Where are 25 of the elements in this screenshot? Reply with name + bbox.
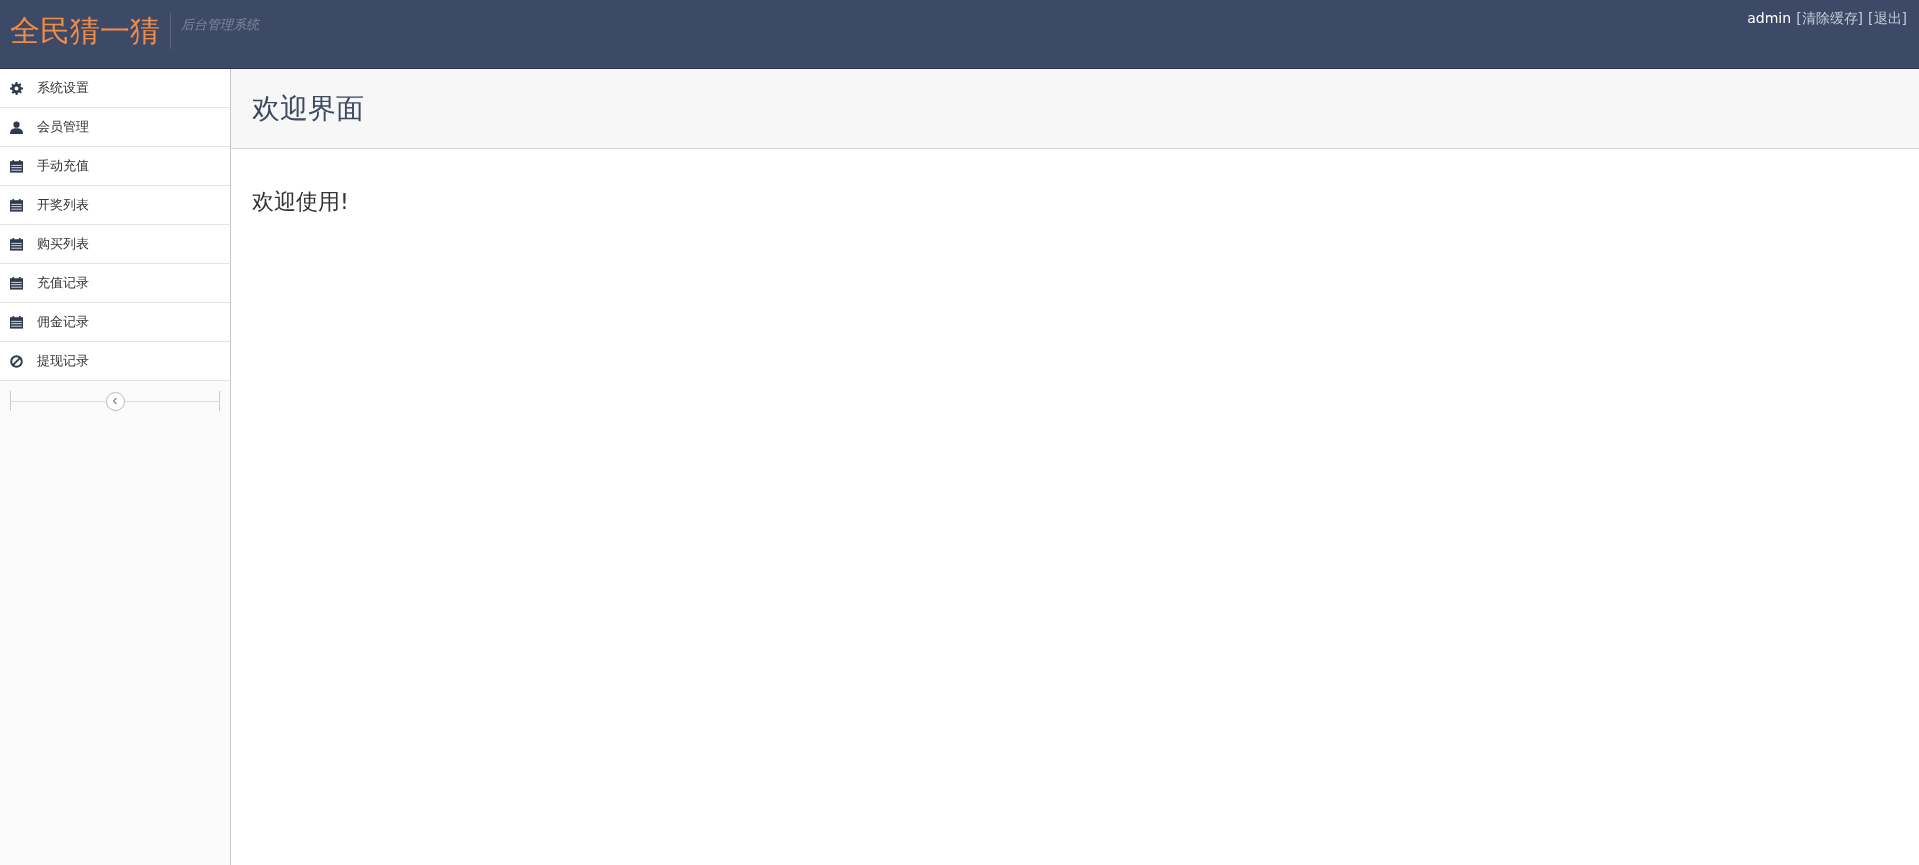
page-title: 欢迎界面 bbox=[252, 90, 364, 127]
prohibited-icon bbox=[10, 354, 23, 368]
calendar-icon bbox=[10, 159, 23, 173]
gear-icon bbox=[10, 81, 23, 95]
sidebar-item[interactable]: 购买列表 bbox=[0, 225, 230, 264]
sidebar-item[interactable]: 手动充值 bbox=[0, 147, 230, 186]
system-subtitle: 后台管理系统 bbox=[181, 16, 259, 34]
header-link[interactable]: [退出] bbox=[1868, 10, 1907, 28]
collapse-button[interactable] bbox=[105, 391, 125, 411]
sidebar-item[interactable]: 佣金记录 bbox=[0, 303, 230, 342]
calendar-icon bbox=[10, 315, 23, 329]
calendar-icon bbox=[10, 198, 23, 212]
logo-text: 全民猜一猜 bbox=[10, 11, 160, 50]
calendar-icon bbox=[10, 276, 23, 290]
calendar-icon bbox=[10, 237, 23, 251]
sidebar-item[interactable]: 充值记录 bbox=[0, 264, 230, 303]
sidebar-item[interactable]: 会员管理 bbox=[0, 108, 230, 147]
sidebar-item[interactable]: 系统设置 bbox=[0, 69, 230, 108]
chevron-left-icon bbox=[111, 397, 119, 405]
header-link[interactable]: [清除缓存] bbox=[1796, 10, 1864, 28]
username: admin bbox=[1747, 10, 1792, 26]
sidebar-item[interactable]: 提现记录 bbox=[0, 342, 230, 381]
person-icon bbox=[10, 120, 23, 134]
sidebar-item[interactable]: 开奖列表 bbox=[0, 186, 230, 225]
welcome-message: 欢迎使用! bbox=[251, 188, 350, 216]
